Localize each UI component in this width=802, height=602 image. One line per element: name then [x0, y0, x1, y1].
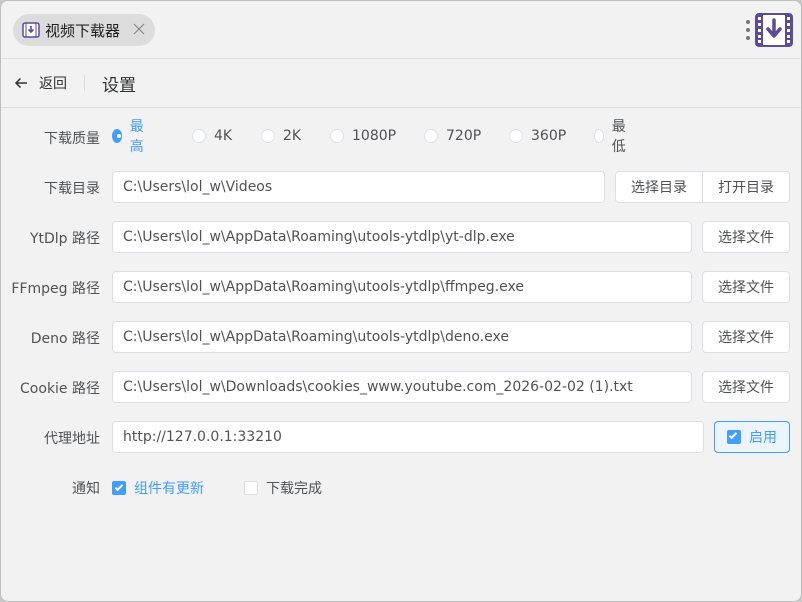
deno-path-input[interactable]	[112, 321, 692, 353]
radio-dot	[330, 129, 344, 143]
ytdlp-label: YtDlp 路径	[29, 231, 100, 247]
open-dir-button[interactable]: 打开目录	[703, 171, 790, 203]
quality-option-4k[interactable]: 4K	[192, 125, 232, 147]
radio-dot	[192, 129, 206, 143]
quality-option-label: 4K	[214, 128, 233, 144]
ffmpeg-choose-file-button[interactable]: 选择文件	[702, 271, 790, 303]
back-label: 返回	[39, 76, 67, 92]
notify-download-complete-label: 下载完成	[266, 481, 322, 497]
deno-label: Deno 路径	[30, 331, 100, 347]
ytdlp-choose-file-button[interactable]: 选择文件	[702, 221, 790, 253]
cookie-choose-file-button[interactable]: 选择文件	[702, 371, 790, 403]
proxy-label: 代理地址	[44, 431, 100, 447]
page-title: 设置	[102, 76, 136, 96]
radio-dot	[112, 129, 122, 143]
notify-component-update-checkbox[interactable]: 组件有更新	[112, 477, 204, 499]
quality-option-label: 最低	[611, 119, 626, 155]
ytdlp-path-input[interactable]	[112, 221, 692, 253]
quality-option-label: 最高	[129, 119, 144, 155]
download-dir-label: 下载目录	[44, 181, 100, 197]
deno-choose-file-button[interactable]: 选择文件	[702, 321, 790, 353]
nav-divider	[84, 75, 85, 91]
radio-dot	[424, 129, 438, 143]
ffmpeg-path-input[interactable]	[112, 271, 692, 303]
proxy-enable-label: 启用	[749, 430, 777, 446]
checkbox-checked-icon	[112, 481, 126, 495]
radio-dot	[509, 129, 523, 143]
quality-option-2k[interactable]: 2K	[261, 125, 301, 147]
app-logo-icon	[755, 13, 793, 47]
nav-bar: 返回 设置	[1, 59, 801, 108]
app-window: 视频下载器 返回 设置 下载质量 最高 4K 2K 1080P 720P 360…	[0, 0, 802, 602]
app-title: 视频下载器	[45, 21, 121, 40]
quality-option-1080p[interactable]: 1080P	[330, 125, 396, 147]
quality-option-label: 360P	[531, 128, 567, 144]
radio-dot	[261, 129, 275, 143]
choose-dir-button[interactable]: 选择目录	[615, 171, 703, 203]
film-download-icon	[22, 21, 40, 39]
notify-label: 通知	[72, 481, 100, 497]
quality-option-highest[interactable]: 最高	[112, 119, 148, 155]
back-button[interactable]: 返回	[13, 72, 67, 94]
close-icon[interactable]	[131, 21, 147, 37]
quality-option-label: 1080P	[352, 128, 397, 144]
proxy-enable-toggle[interactable]: 启用	[714, 421, 790, 453]
app-tab[interactable]: 视频下载器	[13, 14, 155, 46]
more-vertical-icon[interactable]	[744, 18, 752, 42]
quality-option-360p[interactable]: 360P	[509, 125, 566, 147]
checkbox-checked-icon	[727, 430, 741, 444]
notify-component-update-label: 组件有更新	[134, 481, 204, 497]
download-dir-input[interactable]	[112, 171, 605, 203]
proxy-address-input[interactable]	[112, 421, 704, 453]
quality-option-lowest[interactable]: 最低	[594, 119, 630, 155]
title-bar: 视频下载器	[1, 1, 801, 59]
radio-dot	[594, 129, 604, 143]
quality-option-label: 720P	[446, 128, 482, 144]
cookie-label: Cookie 路径	[20, 381, 100, 397]
notify-download-complete-checkbox[interactable]: 下载完成	[244, 477, 322, 499]
quality-option-720p[interactable]: 720P	[424, 125, 481, 147]
arrow-left-icon	[13, 75, 29, 91]
ffmpeg-label: FFmpeg 路径	[11, 281, 100, 297]
quality-option-label: 2K	[283, 128, 302, 144]
checkbox-unchecked-icon	[244, 481, 258, 495]
cookie-path-input[interactable]	[112, 371, 692, 403]
quality-label: 下载质量	[44, 131, 100, 147]
